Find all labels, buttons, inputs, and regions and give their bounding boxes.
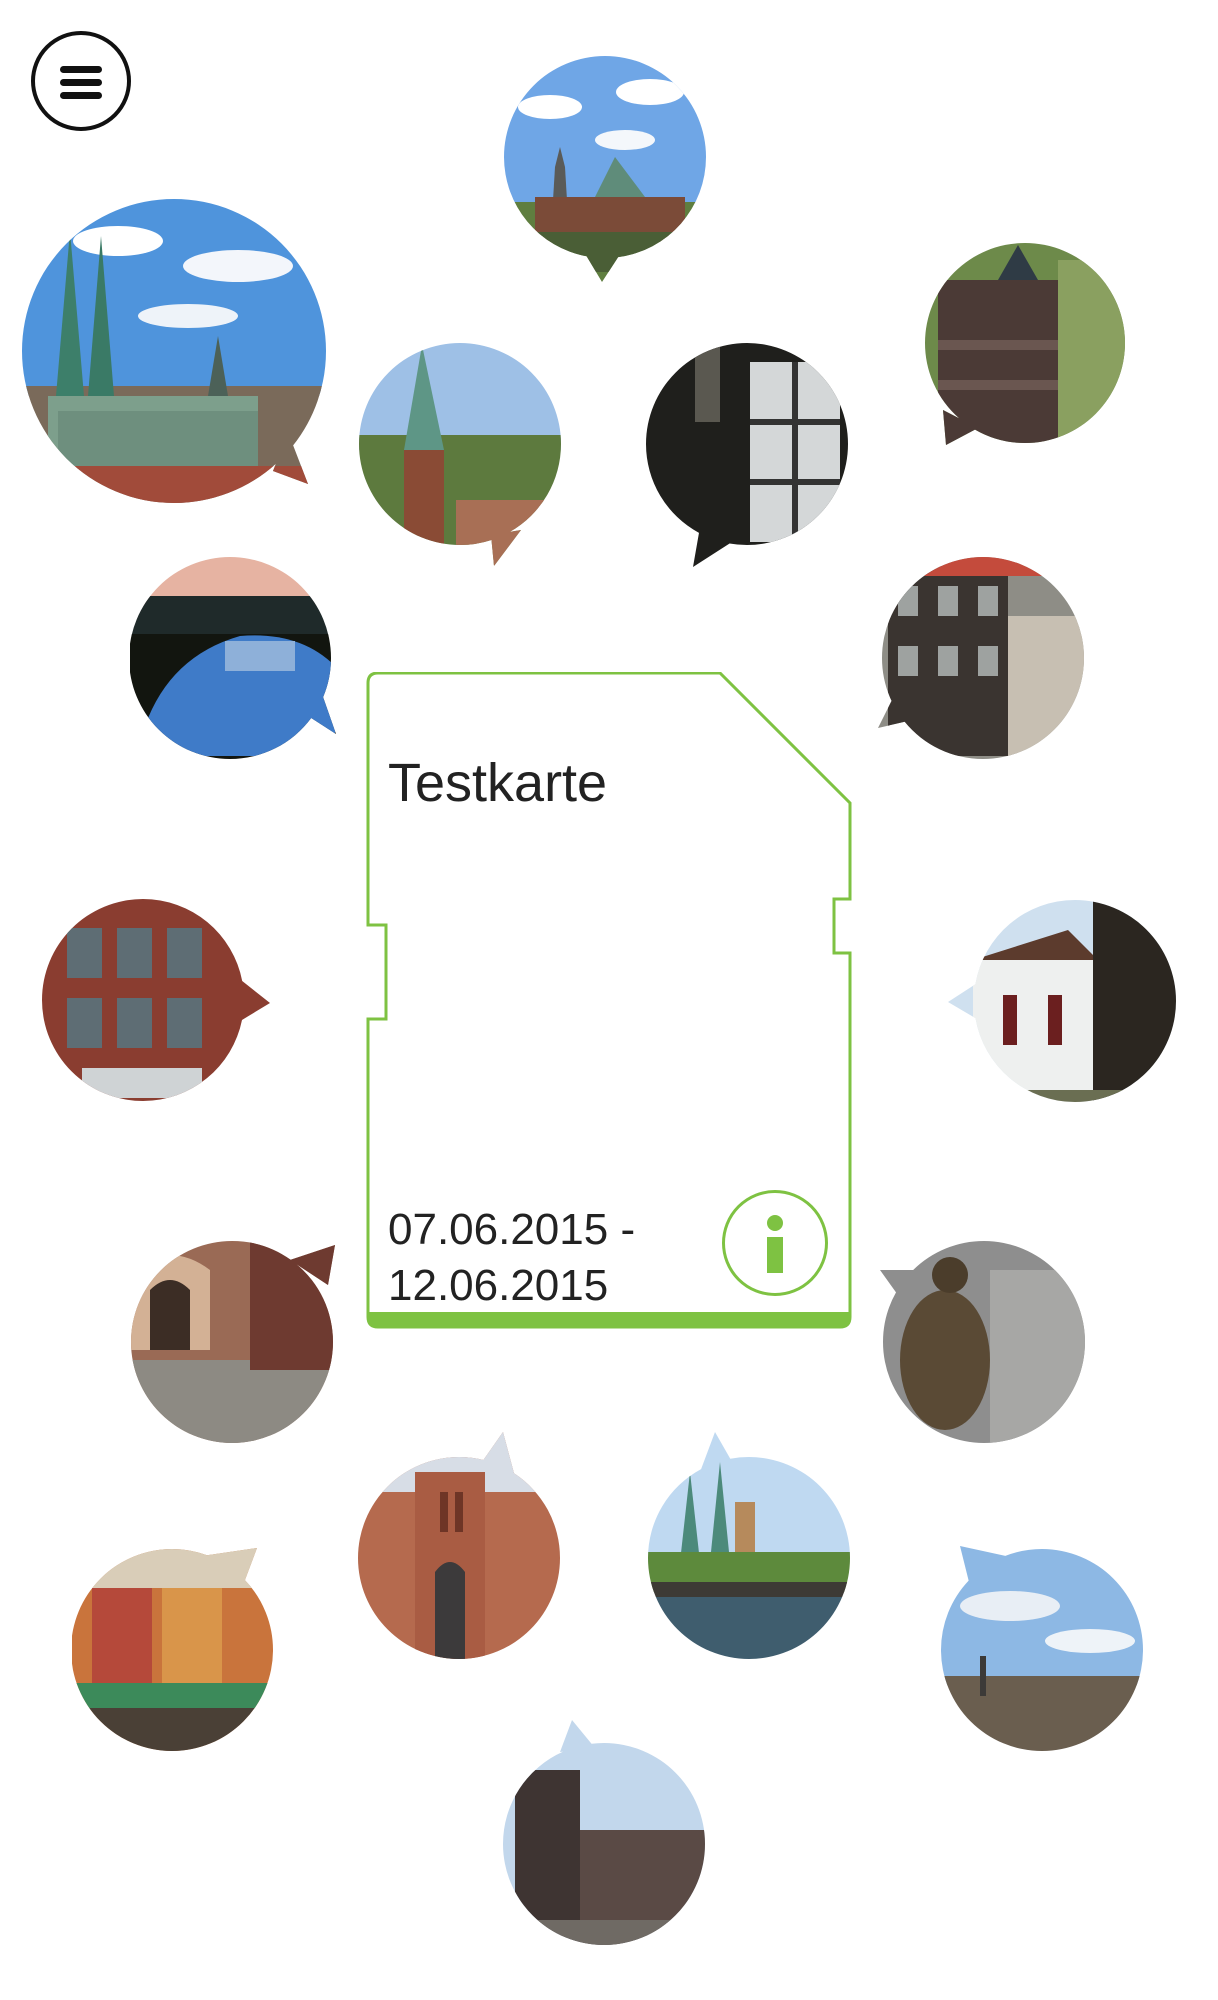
photo-bubble-church-tower[interactable] xyxy=(356,340,566,570)
photo-bubble-river-bridge[interactable] xyxy=(645,1432,855,1662)
holstentor-gate-photo xyxy=(925,243,1125,445)
harbor-photo xyxy=(941,1546,1143,1751)
car-sunset-photo xyxy=(130,557,336,759)
church-tower-photo xyxy=(359,343,561,566)
card-date-end: 12.06.2015 xyxy=(388,1261,609,1310)
market-street-photo xyxy=(72,1548,273,1751)
photo-bubble-town-hall[interactable] xyxy=(878,556,1088,766)
photo-bubble-dark-window[interactable] xyxy=(645,342,855,572)
photo-bubble-cathedral-panorama[interactable] xyxy=(18,196,333,511)
menu-icon-bar-bottom xyxy=(60,92,102,99)
card-date-start: 07.06.2015 - xyxy=(388,1205,636,1254)
photo-bubble-red-brick-church[interactable] xyxy=(355,1432,565,1662)
photo-bubble-bronze-statue[interactable] xyxy=(880,1240,1090,1450)
red-brick-church-photo xyxy=(358,1432,560,1659)
menu-icon-bar-middle xyxy=(60,79,102,86)
photo-bubble-gothic-gate[interactable] xyxy=(500,1720,710,1950)
white-chapel-photo xyxy=(948,900,1176,1102)
photo-bubble-brick-windows[interactable] xyxy=(42,898,272,1108)
card-title: Testkarte xyxy=(388,753,608,813)
photo-bubble-car-sunset[interactable] xyxy=(130,556,340,766)
menu-icon-bar-top xyxy=(60,66,102,73)
church-spires-photo xyxy=(504,56,706,282)
info-icon xyxy=(767,1215,783,1273)
photo-bubble-white-chapel[interactable] xyxy=(948,900,1178,1110)
photo-bubble-harbor[interactable] xyxy=(940,1546,1150,1756)
arcade-walkway-photo xyxy=(131,1241,335,1443)
photo-bubble-arcade[interactable] xyxy=(130,1240,340,1450)
brick-windows-photo xyxy=(42,899,270,1101)
cathedral-panorama-photo xyxy=(22,199,326,503)
town-hall-photo xyxy=(878,557,1084,759)
photo-bubble-holstentor[interactable] xyxy=(918,240,1128,450)
bronze-statue-photo xyxy=(880,1241,1085,1443)
photo-bubble-market-street[interactable] xyxy=(72,1548,282,1758)
dark-window-photo xyxy=(646,343,848,567)
menu-button[interactable] xyxy=(31,31,131,131)
gothic-gate-photo xyxy=(503,1720,705,1945)
card-date-range: 07.06.2015 - 12.06.2015 xyxy=(388,1202,635,1314)
trip-card[interactable]: Testkarte 07.06.2015 - 12.06.2015 xyxy=(366,672,853,1330)
info-button[interactable] xyxy=(722,1190,828,1296)
river-bridge-photo xyxy=(648,1432,850,1659)
photo-bubble-church-spires[interactable] xyxy=(500,52,710,282)
